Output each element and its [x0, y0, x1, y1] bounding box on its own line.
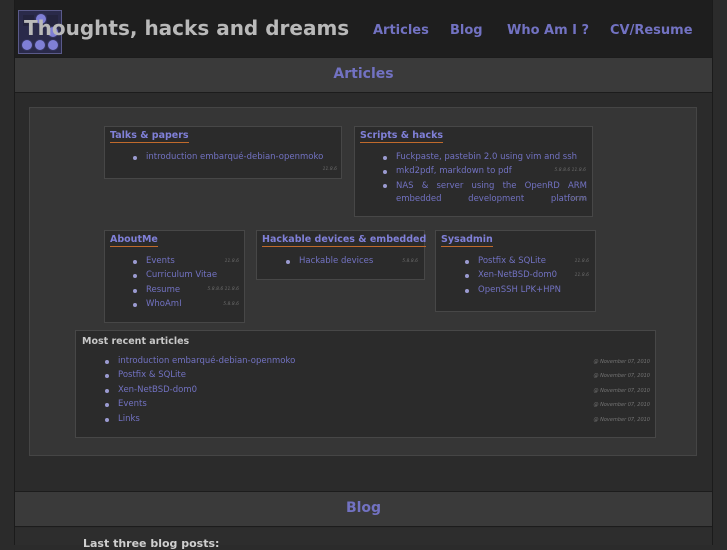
- recent-article-date: @ November 07, 2010: [593, 359, 650, 365]
- article-link[interactable]: introduction embarqué-debian-openmoko: [132, 152, 323, 162]
- article-link[interactable]: Xen-NetBSD-dom0: [464, 270, 557, 280]
- article-meta: 5.8.8.6: [402, 259, 418, 264]
- nav-articles[interactable]: Articles: [373, 23, 429, 38]
- article-meta: 5.8.8.6: [223, 302, 239, 307]
- blog-subheading: Last three blog posts:: [83, 537, 220, 550]
- category-title[interactable]: AboutMe: [110, 234, 158, 247]
- article-link[interactable]: WhoAmI: [133, 299, 182, 309]
- recent-article-link[interactable]: introduction embarqué-debian-openmoko: [104, 356, 295, 366]
- article-meta: 5.8.8.6 11.8.6: [207, 287, 240, 292]
- article-link[interactable]: Fuckpaste, pastebin 2.0 using vim and ss…: [382, 152, 577, 162]
- nav-cv-resume[interactable]: CV/Resume: [610, 23, 693, 38]
- logo-dot: [47, 39, 59, 51]
- article-meta: 11.8.6: [574, 273, 589, 278]
- site-header: Thoughts, hacks and dreams Articles Blog…: [15, 0, 712, 58]
- recent-article-date: @ November 07, 2010: [593, 373, 650, 379]
- recent-article-date: @ November 07, 2010: [593, 388, 650, 394]
- blog-section-bar: Blog: [15, 491, 712, 527]
- article-meta: 11.8.6: [574, 259, 589, 264]
- article-link[interactable]: NAS & server using the OpenRD ARM embedd…: [396, 180, 587, 206]
- recent-article-link[interactable]: Events: [105, 399, 147, 409]
- article-meta: 5.8.8.6 11.8.6: [554, 168, 587, 173]
- page-margin-left: [0, 0, 14, 545]
- category-hackable-devices: Hackable devices & embedded Hackable dev…: [256, 230, 427, 280]
- category-talks-papers: Talks & papers introduction embarqué-deb…: [104, 126, 342, 179]
- article-meta: 5.8.8.6: [570, 197, 586, 202]
- category-sysadmin: Sysadmin Postfix & SQLite 11.8.6 Xen-Net…: [435, 230, 596, 312]
- article-link[interactable]: OpenSSH LPK+HPN: [464, 285, 561, 295]
- article-link[interactable]: Curriculum Vitae: [132, 270, 217, 280]
- page-margin-right: [713, 0, 727, 545]
- article-link[interactable]: Hackable devices: [285, 256, 373, 266]
- nav-blog[interactable]: Blog: [450, 23, 483, 38]
- category-title[interactable]: Scripts & hacks: [360, 130, 444, 143]
- category-title[interactable]: Sysadmin: [441, 234, 493, 247]
- article-meta: 11.8.6: [224, 259, 239, 264]
- recent-article-link[interactable]: Xen-NetBSD-dom0: [104, 385, 197, 395]
- nav-who-am-i[interactable]: Who Am I ?: [507, 23, 589, 38]
- articles-section-bar: Articles: [15, 57, 712, 93]
- articles-section-title[interactable]: Articles: [15, 66, 712, 82]
- most-recent-articles: Most recent articles introduction embarq…: [75, 330, 656, 438]
- bullet: [383, 184, 387, 188]
- article-link[interactable]: Postfix & SQLite: [465, 256, 546, 266]
- recent-title: Most recent articles: [82, 336, 190, 347]
- recent-article-date: @ November 07, 2010: [593, 417, 650, 423]
- logo-dot: [34, 39, 46, 51]
- article-link[interactable]: Events: [133, 256, 175, 266]
- recent-article-date: @ November 07, 2010: [593, 402, 650, 408]
- category-title[interactable]: Hackable devices & embedded: [262, 234, 427, 247]
- article-link[interactable]: mkd2pdf, markdown to pdf: [383, 166, 512, 176]
- article-link[interactable]: Resume: [132, 285, 180, 295]
- article-meta: 11.8.6: [322, 167, 337, 172]
- blog-section-title[interactable]: Blog: [15, 500, 712, 516]
- category-about-me: AboutMe Events 11.8.6 Curriculum Vitae R…: [104, 230, 245, 323]
- category-scripts-hacks: Scripts & hacks Fuckpaste, pastebin 2.0 …: [354, 126, 593, 217]
- recent-article-link[interactable]: Postfix & SQLite: [105, 370, 186, 380]
- site-title[interactable]: Thoughts, hacks and dreams: [24, 16, 349, 40]
- logo-dot: [21, 39, 33, 51]
- recent-article-link[interactable]: Links: [105, 414, 140, 424]
- column-border-right: [712, 0, 713, 545]
- category-title[interactable]: Talks & papers: [110, 130, 189, 143]
